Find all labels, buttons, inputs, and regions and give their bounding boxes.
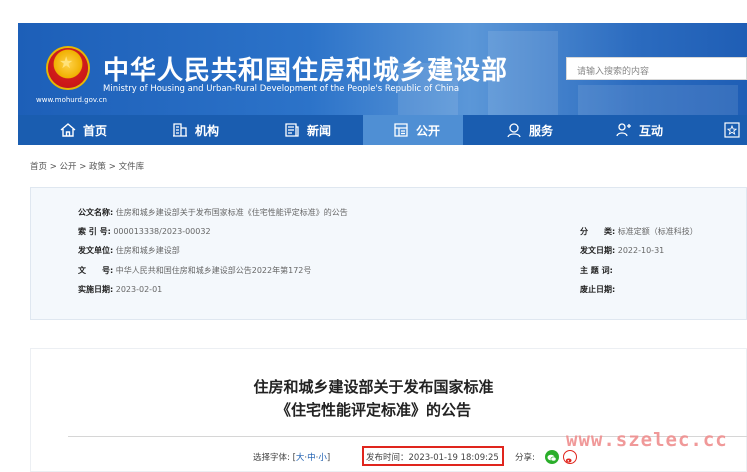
interact-icon [616, 122, 632, 138]
meta-label: 公文名称: [78, 208, 114, 217]
nav-item-news[interactable]: 新闻 [284, 115, 374, 145]
nav-item-interact[interactable]: 互动 [616, 115, 706, 145]
meta-doc-name: 公文名称: 住房和城乡建设部关于发布国家标准《住宅性能评定标准》的公告 [78, 207, 348, 218]
breadcrumb[interactable]: 首页 > 公开 > 政策 > 文件库 [30, 160, 144, 172]
meta-effective-date: 实施日期: 2023-02-01 [78, 284, 162, 295]
font-size-label: 选择字体: [ [253, 453, 296, 463]
nav-label: 机构 [195, 123, 220, 138]
nav-label: 互动 [639, 123, 664, 138]
meta-label: 废止日期: [580, 285, 616, 294]
meta-label: 索 引 号: [78, 227, 111, 236]
main-nav: 首页 机构 新闻 公开 服务 互动 [18, 115, 747, 145]
nav-label: 新闻 [307, 123, 332, 138]
meta-repeal-date: 废止日期: [580, 284, 615, 295]
watermark-text: www.szelec.cc [566, 429, 728, 451]
site-url: www.mohurd.gov.cn [36, 96, 107, 104]
font-size-selector: 选择字体: [大·中·小] [253, 451, 330, 463]
meta-label: 实施日期: [78, 285, 114, 294]
meta-value: 中华人民共和国住房和城乡建设部公告2022年第172号 [115, 266, 312, 275]
meta-label: 发文日期: [580, 246, 616, 255]
meta-label: 发文单位: [78, 246, 114, 255]
meta-issuer: 发文单位: 住房和城乡建设部 [78, 245, 180, 256]
font-mid-link[interactable]: 中 [307, 453, 316, 463]
font-small-link[interactable]: 小 [318, 453, 327, 463]
meta-label: 分 类: [580, 227, 616, 236]
public-icon [393, 122, 409, 138]
weibo-share-icon[interactable] [563, 450, 577, 464]
news-icon [284, 122, 300, 138]
nav-item-service[interactable]: 服务 [506, 115, 596, 145]
star-box-icon [724, 122, 740, 138]
meta-value: 2022-10-31 [617, 246, 665, 255]
meta-subject: 主 题 词: [580, 265, 613, 276]
search-input[interactable]: 请输入搜索的内容 [566, 57, 747, 80]
meta-value: 住房和城乡建设部 [115, 246, 180, 255]
nav-label: 服务 [529, 123, 554, 138]
site-banner: 中华人民共和国住房和城乡建设部 Ministry of Housing and … [18, 23, 747, 115]
share-label: 分享: [515, 453, 535, 463]
meta-label: 主 题 词: [580, 266, 613, 275]
nav-item-public[interactable]: 公开 [363, 115, 463, 145]
meta-value: 标准定额（标准科技） [617, 227, 698, 236]
nav-label: 首页 [83, 123, 108, 138]
nav-item-org[interactable]: 机构 [172, 115, 262, 145]
meta-category: 分 类: 标准定额（标准科技） [580, 226, 698, 237]
national-emblem-icon[interactable] [48, 48, 88, 88]
nav-label: 公开 [416, 123, 441, 138]
article-title-line1: 住房和城乡建设部关于发布国家标准 [253, 378, 494, 396]
meta-label: 文 号: [78, 266, 114, 275]
article-title-line2: 《住宅性能评定标准》的公告 [275, 401, 471, 419]
wechat-share-icon[interactable] [545, 450, 559, 464]
nav-item-home[interactable]: 首页 [60, 115, 150, 145]
home-icon [60, 122, 76, 138]
meta-value: 住房和城乡建设部关于发布国家标准《住宅性能评定标准》的公告 [115, 208, 348, 217]
font-close: ] [326, 453, 331, 463]
site-title[interactable]: 中华人民共和国住房和城乡建设部 [103, 50, 508, 87]
service-icon [506, 122, 522, 138]
publish-time: 发布时间：2023-01-19 18:09:25 [366, 453, 499, 463]
meta-index: 索 引 号: 000013338/2023-00032 [78, 226, 211, 237]
site-title-en: Ministry of Housing and Urban-Rural Deve… [103, 84, 460, 94]
meta-doc-number: 文 号: 中华人民共和国住房和城乡建设部公告2022年第172号 [78, 265, 311, 276]
meta-issue-date: 发文日期: 2022-10-31 [580, 245, 664, 256]
meta-value: 000013338/2023-00032 [113, 227, 211, 236]
meta-value: 2023-02-01 [115, 285, 163, 294]
building-icon [172, 122, 188, 138]
nav-item-more[interactable] [724, 115, 747, 145]
